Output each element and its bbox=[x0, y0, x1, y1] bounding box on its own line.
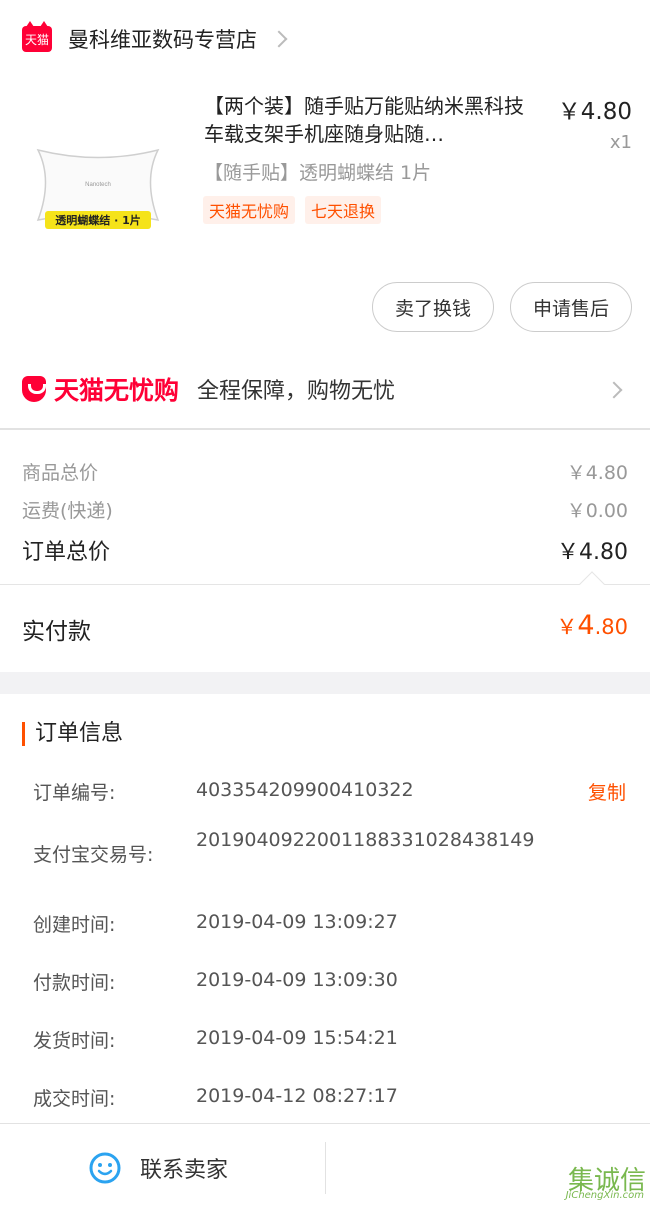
paid-label: 实付款 bbox=[22, 619, 91, 645]
guarantee-brand: 天猫无忧购 bbox=[54, 376, 180, 405]
paid-amount: ￥4.80 bbox=[556, 610, 628, 641]
shipping-label: 运费(快递) bbox=[22, 500, 113, 522]
divider-notch bbox=[579, 571, 605, 597]
deal-time-value: 2019-04-12 08:27:17 bbox=[196, 1085, 398, 1107]
chevron-right-icon bbox=[270, 30, 288, 48]
product-image[interactable]: Nanotech 透明蝴蝶结 · 1片 bbox=[28, 130, 168, 240]
product-sku: 【随手贴】透明蝴蝶结 1片 bbox=[204, 162, 432, 184]
bottom-action-bar: 联系卖家 集诚信 JiChengXin.com bbox=[0, 1123, 650, 1207]
store-header[interactable]: 天猫 曼科维亚数码专营店 bbox=[0, 0, 650, 78]
order-number-value: 403354209900410322 bbox=[196, 779, 414, 801]
sell-back-button[interactable]: 卖了换钱 bbox=[371, 282, 494, 332]
goods-total-label: 商品总价 bbox=[22, 462, 99, 484]
order-number-label: 订单编号: bbox=[33, 782, 116, 804]
chevron-right-icon bbox=[605, 381, 623, 399]
order-info-title: 订单信息 bbox=[22, 722, 123, 746]
contact-seller-label: 联系卖家 bbox=[140, 1158, 229, 1183]
tag-tmall-guarantee: 天猫无忧购 bbox=[203, 196, 296, 224]
store-name[interactable]: 曼科维亚数码专营店 bbox=[68, 24, 257, 54]
created-time-label: 创建时间: bbox=[33, 914, 116, 936]
alipay-trade-label: 支付宝交易号: bbox=[33, 844, 154, 866]
paid-time-label: 付款时间: bbox=[33, 972, 116, 994]
tag-seven-day-return: 七天退换 bbox=[305, 196, 382, 224]
product-quantity: x1 bbox=[609, 132, 632, 153]
chat-face-icon bbox=[89, 1152, 121, 1184]
product-image-caption: 透明蝴蝶结 · 1片 bbox=[55, 213, 141, 227]
product-item[interactable]: Nanotech 透明蝴蝶结 · 1片 【两个装】随手贴万能贴纳米黑科技 车载支… bbox=[0, 80, 650, 280]
alipay-trade-value: 2019040922001188331028438149 bbox=[196, 829, 535, 851]
product-title[interactable]: 【两个装】随手贴万能贴纳米黑科技 车载支架手机座随身贴随… bbox=[204, 92, 539, 148]
copy-button[interactable]: 复制 bbox=[588, 778, 626, 805]
order-total-value: ￥4.80 bbox=[557, 540, 628, 565]
tmall-shield-icon bbox=[22, 376, 46, 402]
goods-total-value: ￥4.80 bbox=[566, 462, 628, 484]
guarantee-banner[interactable]: 天猫无忧购 全程保障，购物无忧 bbox=[0, 350, 650, 430]
order-total-label: 订单总价 bbox=[22, 540, 111, 565]
section-gap bbox=[0, 672, 650, 694]
created-time-value: 2019-04-09 13:09:27 bbox=[196, 911, 398, 933]
tmall-logo-icon: 天猫 bbox=[22, 21, 52, 52]
product-price: ￥4.80 bbox=[557, 99, 632, 125]
paid-time-value: 2019-04-09 13:09:30 bbox=[196, 969, 398, 991]
shipped-time-label: 发货时间: bbox=[33, 1030, 116, 1052]
shipped-time-value: 2019-04-09 15:54:21 bbox=[196, 1027, 398, 1049]
shipping-value: ￥0.00 bbox=[566, 500, 628, 522]
after-sales-button[interactable]: 申请售后 bbox=[509, 282, 632, 332]
divider bbox=[0, 584, 650, 585]
divider bbox=[325, 1142, 326, 1194]
watermark-url: JiChengXin.com bbox=[565, 1190, 644, 1201]
contact-seller-button[interactable]: 联系卖家 bbox=[88, 1151, 228, 1185]
svg-text:Nanotech: Nanotech bbox=[85, 182, 111, 188]
deal-time-label: 成交时间: bbox=[33, 1088, 116, 1110]
guarantee-text: 全程保障，购物无忧 bbox=[197, 379, 396, 404]
